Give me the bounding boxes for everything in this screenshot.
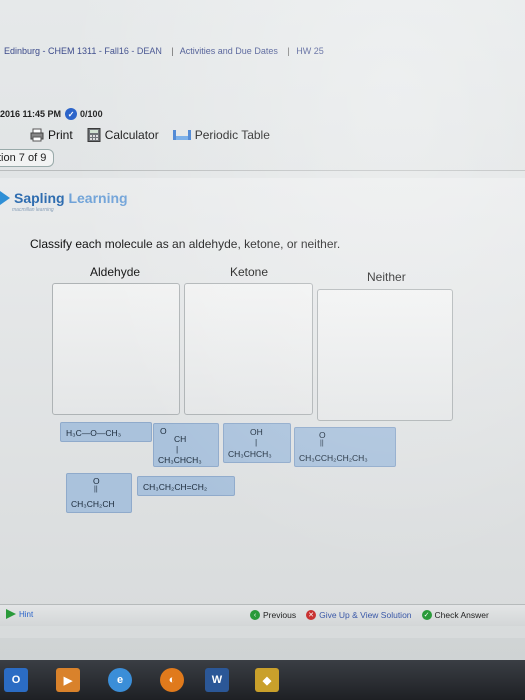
taskbar: O ▶ e ◐ W ◆ xyxy=(0,660,525,700)
molecule-tile-2-pentanone[interactable]: O || CH₃CCH₂CH₂CH₃ xyxy=(294,427,396,467)
breadcrumb-course[interactable]: Edinburg - CHEM 1311 - Fall16 - DEAN xyxy=(4,46,162,56)
previous-icon: ‹ xyxy=(250,610,260,620)
ketone-drop-zone[interactable] xyxy=(184,283,313,415)
periodic-table-button[interactable]: Periodic Table xyxy=(172,128,270,142)
bottom-action-bar: Hint ‹ Previous ✕ Give Up & View Solutio… xyxy=(0,604,525,626)
media-player-icon[interactable]: ▶ xyxy=(56,668,80,692)
brand-name-second: Learning xyxy=(64,190,128,206)
word-icon[interactable]: W xyxy=(205,668,229,692)
molecule-tile-1-butene[interactable]: CH₃CH₂CH=CH₂ xyxy=(137,476,235,496)
breadcrumb-activities[interactable]: Activities and Due Dates xyxy=(180,46,278,56)
molecule-tile-propanal[interactable]: O || CH₃CH₂CH xyxy=(66,473,132,513)
question-number-tab[interactable]: tion 7 of 9 xyxy=(0,149,54,167)
molecule-double-bond: || xyxy=(320,440,324,447)
molecule-formula: CH₃CH₂CH=CH₂ xyxy=(143,482,208,492)
internet-explorer-icon[interactable]: e xyxy=(108,668,132,692)
previous-button[interactable]: ‹ Previous xyxy=(250,610,296,620)
check-answer-button[interactable]: ✓ Check Answer xyxy=(421,610,489,620)
calculator-label: Calculator xyxy=(104,128,159,142)
check-answer-label: Check Answer xyxy=(434,610,489,620)
outlook-icon[interactable]: O xyxy=(4,668,28,692)
print-label: Print xyxy=(48,128,73,142)
molecule-oxygen: O xyxy=(319,430,326,440)
previous-label: Previous xyxy=(263,610,297,620)
sapling-logo-icon xyxy=(0,191,10,205)
molecule-aldehyde-group: CH xyxy=(174,434,187,444)
breadcrumb-separator: | xyxy=(171,46,174,56)
calculator-button[interactable]: Calculator xyxy=(87,128,159,142)
breadcrumb: Edinburg - CHEM 1311 - Fall16 - DEAN | A… xyxy=(4,46,327,56)
neither-heading: Neither xyxy=(367,270,406,284)
periodic-table-label: Periodic Table xyxy=(194,128,270,142)
ketone-heading: Ketone xyxy=(230,265,269,279)
score: 0/100 xyxy=(80,109,103,119)
aldehyde-heading: Aldehyde xyxy=(90,265,141,279)
navigation-buttons: ‹ Previous ✕ Give Up & View Solution ✓ C… xyxy=(250,610,499,620)
printer-icon xyxy=(30,128,44,142)
print-button[interactable]: Print xyxy=(30,128,73,142)
browser-screen: Edinburg - CHEM 1311 - Fall16 - DEAN | A… xyxy=(0,0,525,660)
molecule-oxygen: O xyxy=(93,476,100,486)
molecule-bond: | xyxy=(176,444,179,454)
molecule-chain: CH₃CH₂CH xyxy=(71,499,115,509)
timestamp: 2016 11:45 PM xyxy=(0,109,62,119)
molecule-chain: CH₃CCH₂CH₂CH₃ xyxy=(299,453,368,463)
sapling-logo: Sapling Learning xyxy=(0,190,128,206)
periodic-table-icon xyxy=(172,130,191,140)
molecule-hydroxyl: OH xyxy=(250,427,263,437)
brand-name-first: Sapling xyxy=(14,190,65,206)
app-icon[interactable]: ◆ xyxy=(255,668,279,692)
molecule-chain: CH₃CHCH₃ xyxy=(158,455,202,465)
molecule-tile-isobutyraldehyde[interactable]: O CH | CH₃CHCH₃ xyxy=(153,423,219,467)
brand-subtitle: macmillan learning xyxy=(12,207,54,213)
molecule-chain: CH₃CHCH₃ xyxy=(228,449,272,459)
give-up-icon: ✕ xyxy=(306,610,317,620)
hint-label: Hint xyxy=(19,609,34,619)
give-up-button[interactable]: ✕ Give Up & View Solution xyxy=(306,610,412,620)
toolbar: Print Calculator Periodic Table xyxy=(30,128,284,142)
molecule-tile-dimethyl-ether[interactable]: H₃C—O—CH₃ xyxy=(60,422,152,442)
molecule-tile-isopropanol[interactable]: OH | CH₃CHCH₃ xyxy=(223,423,291,463)
check-icon: ✓ xyxy=(421,610,432,620)
neither-drop-zone[interactable] xyxy=(317,289,453,421)
calculator-icon xyxy=(87,128,101,142)
molecule-bond: | xyxy=(255,437,258,447)
score-icon: ✓ xyxy=(65,108,78,120)
hint-button[interactable]: Hint xyxy=(6,609,33,619)
molecule-double-bond: || xyxy=(94,486,98,493)
molecule-oxygen: O xyxy=(160,426,167,436)
firefox-icon[interactable]: ◐ xyxy=(160,668,184,692)
word-icon-label: W xyxy=(211,674,223,686)
breadcrumb-assignment[interactable]: HW 25 xyxy=(296,46,324,56)
divider xyxy=(0,170,525,171)
hint-arrow-icon xyxy=(6,609,16,619)
molecule-formula: H₃C—O—CH₃ xyxy=(66,428,122,438)
breadcrumb-separator: | xyxy=(287,46,290,56)
question-prompt: Classify each molecule as an aldehyde, k… xyxy=(30,237,341,251)
status-line: 2016 11:45 PM ✓ 0/100 xyxy=(0,106,103,122)
aldehyde-drop-zone[interactable] xyxy=(52,283,180,415)
give-up-label: Give Up & View Solution xyxy=(319,610,412,620)
